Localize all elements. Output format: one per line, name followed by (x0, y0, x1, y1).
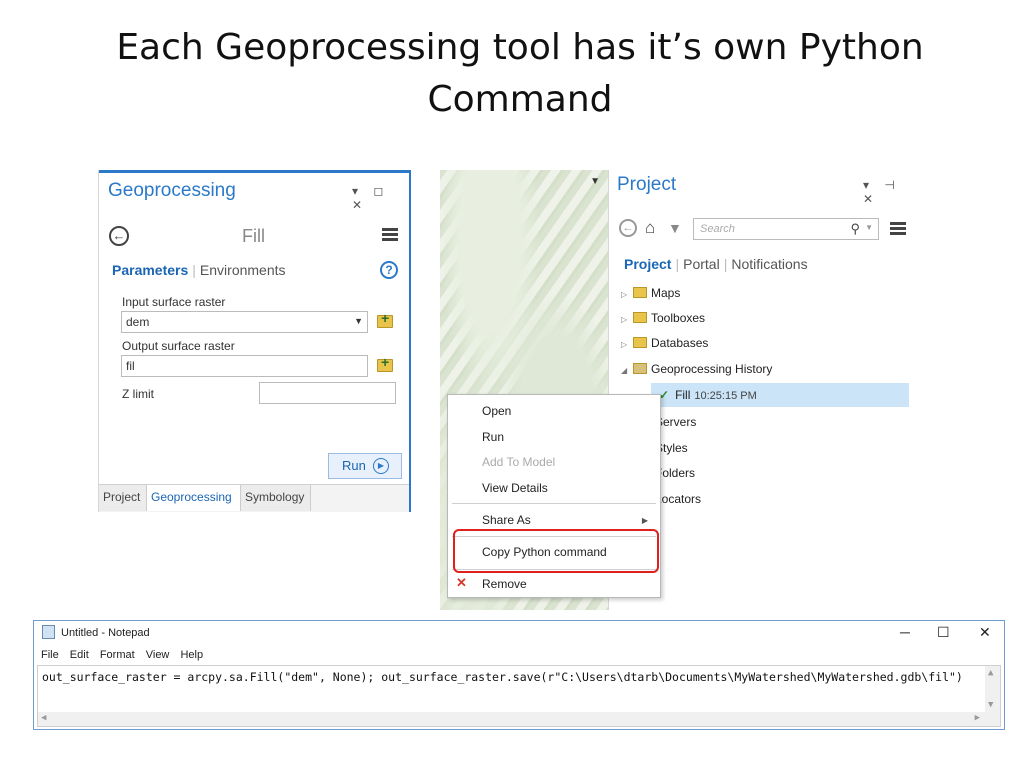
close-button[interactable]: ✕ (979, 624, 991, 641)
chevron-left-icon[interactable]: ◀ (41, 713, 46, 723)
notepad-text-area[interactable]: out_surface_raster = arcpy.sa.Fill("dem"… (37, 665, 1001, 727)
menu-format[interactable]: Format (100, 649, 135, 661)
menu-item-view-details[interactable]: View Details (482, 481, 548, 495)
pane-window-controls[interactable]: ▾ ◻ ✕ (352, 184, 409, 212)
menu-file[interactable]: File (41, 649, 59, 661)
tool-name: Fill (242, 226, 265, 246)
project-tab-strip: Project | Portal | Notifications (624, 256, 808, 272)
history-folder-icon (633, 363, 647, 374)
input-raster-dropdown[interactable]: dem ▼ (121, 311, 368, 333)
tree-item-label: Databases (651, 336, 709, 350)
menu-item-run[interactable]: Run (482, 430, 504, 444)
menu-icon[interactable] (890, 222, 906, 235)
filter-icon[interactable]: ▼ (668, 220, 682, 236)
tree-item-label: Maps (651, 286, 681, 300)
tab-symbology[interactable]: Symbology (241, 485, 311, 511)
menu-icon[interactable] (382, 228, 398, 241)
collapse-icon[interactable]: ◢ (621, 361, 633, 381)
run-button[interactable]: Run ▶ (328, 453, 402, 479)
notepad-icon (42, 625, 55, 639)
notepad-window: Untitled - Notepad ─ ☐ ✕ File Edit Forma… (33, 620, 1005, 730)
slide-title: Each Geoprocessing tool has it’s own Pyt… (116, 27, 924, 120)
z-limit-input[interactable] (259, 382, 396, 404)
gp-tab-strip: Parameters | Environments (112, 262, 286, 278)
chevron-down-icon[interactable]: ▼ (865, 223, 873, 232)
menu-edit[interactable]: Edit (70, 649, 89, 661)
back-arrow-icon[interactable]: ← (619, 219, 637, 237)
tab-portal[interactable]: Portal (683, 256, 720, 272)
tree-item-maps[interactable]: ▷ Maps (621, 283, 680, 303)
highlight-annotation (453, 529, 659, 573)
browse-folder-icon[interactable] (377, 354, 393, 372)
notepad-title: Untitled - Notepad (61, 627, 150, 639)
menu-item-share-as[interactable]: Share As (482, 513, 531, 527)
tree-item-servers[interactable]: Servers (655, 415, 696, 429)
menu-item-open[interactable]: Open (482, 404, 511, 418)
context-menu: Open Run Add To Model View Details Share… (447, 394, 661, 598)
chevron-down-icon[interactable]: ▼ (590, 176, 600, 187)
expand-icon[interactable]: ▷ (621, 310, 633, 330)
databases-folder-icon (633, 337, 647, 348)
output-raster-input[interactable]: fil (121, 355, 368, 377)
pane-accent-bar (99, 170, 409, 173)
history-entry-label: Fill (675, 388, 691, 402)
z-limit-label: Z limit (122, 387, 154, 401)
menu-item-add-to-model: Add To Model (482, 455, 556, 469)
input-raster-value: dem (126, 315, 150, 329)
tree-item-locators[interactable]: Locators (655, 492, 701, 506)
tree-item-folders[interactable]: Folders (655, 466, 695, 480)
tab-notifications[interactable]: Notifications (731, 256, 807, 272)
chevron-right-icon: ▶ (641, 516, 648, 525)
menu-item-remove[interactable]: Remove (482, 577, 527, 591)
tree-item-databases[interactable]: ▷ Databases (621, 333, 708, 353)
tab-environments[interactable]: Environments (200, 262, 286, 278)
maps-folder-icon (633, 287, 647, 298)
tab-project[interactable]: Project (99, 485, 147, 511)
chevron-down-icon[interactable]: ▼ (354, 315, 363, 328)
maximize-button[interactable]: ☐ (937, 624, 950, 641)
tree-item-label: Toolboxes (651, 311, 706, 325)
expand-icon[interactable]: ▷ (621, 285, 633, 305)
expand-icon[interactable]: ▷ (621, 335, 633, 355)
menu-help[interactable]: Help (180, 649, 203, 661)
back-arrow-icon[interactable]: ← (109, 226, 129, 246)
output-raster-label: Output surface raster (122, 339, 235, 353)
minimize-button[interactable]: ─ (900, 624, 910, 640)
chevron-up-icon[interactable]: ▲ (988, 668, 993, 678)
search-input[interactable]: Search ⚲ ▼ (693, 218, 879, 240)
help-icon[interactable]: ? (380, 261, 398, 279)
notepad-titlebar: Untitled - Notepad ─ ☐ ✕ (34, 621, 1004, 645)
chevron-right-icon[interactable]: ▶ (975, 713, 980, 723)
geoprocessing-pane-title: Geoprocessing (108, 180, 236, 201)
history-entry-fill[interactable]: ✓ Fill 10:25:15 PM (651, 383, 909, 407)
output-raster-value: fil (126, 359, 135, 373)
tree-item-label: Geoprocessing History (651, 362, 773, 376)
toolboxes-folder-icon (633, 312, 647, 323)
tree-item-geoprocessing-history[interactable]: ◢ Geoprocessing History (621, 359, 772, 379)
chevron-down-icon[interactable]: ▼ (988, 700, 993, 710)
project-pane-title: Project (617, 174, 677, 195)
notepad-menubar: File Edit Format View Help (41, 649, 211, 661)
search-icon[interactable]: ⚲ (850, 221, 860, 237)
tab-geoprocessing[interactable]: Geoprocessing (147, 485, 241, 511)
search-placeholder: Search (700, 223, 735, 235)
menu-divider (452, 503, 656, 504)
pane-window-controls[interactable]: ▾ ⊣ ✕ (863, 178, 912, 206)
play-icon: ▶ (373, 458, 389, 474)
geoprocessing-pane: Geoprocessing ▾ ◻ ✕ ← Fill Parameters | En… (98, 170, 411, 512)
browse-folder-icon[interactable] (377, 310, 393, 328)
run-button-label: Run (342, 458, 366, 473)
tree-item-toolboxes[interactable]: ▷ Toolboxes (621, 308, 705, 328)
home-icon[interactable]: ⌂ (645, 218, 655, 238)
history-entry-time: 10:25:15 PM (694, 390, 757, 402)
notepad-content: out_surface_raster = arcpy.sa.Fill("dem"… (42, 670, 963, 684)
tab-project[interactable]: Project (624, 256, 671, 272)
input-raster-label: Input surface raster (122, 295, 226, 309)
horizontal-scrollbar[interactable]: ◀ ▶ (38, 712, 1000, 726)
menu-view[interactable]: View (146, 649, 170, 661)
pane-tab-bar: Project Geoprocessing Symbology (99, 484, 409, 512)
tab-parameters[interactable]: Parameters (112, 262, 188, 278)
remove-icon: ✕ (456, 575, 467, 590)
